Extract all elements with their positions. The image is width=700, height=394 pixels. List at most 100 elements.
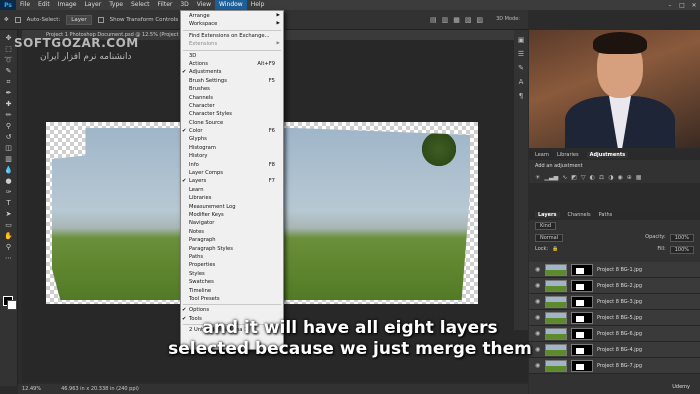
menu-file[interactable]: File: [16, 0, 34, 10]
tab-adjustments[interactable]: Adjustments: [586, 152, 629, 158]
window-menu-item[interactable]: Libraries: [181, 194, 283, 202]
bw-icon[interactable]: ◑: [608, 174, 613, 181]
tab-paths[interactable]: Paths: [599, 212, 613, 218]
window-menu-item[interactable]: Layer Comps: [181, 169, 283, 177]
window-menu-item[interactable]: Brush Settings F5: [181, 77, 283, 85]
window-menu-item[interactable]: Workspace ▶: [181, 20, 283, 28]
window-menu-item[interactable]: Paths: [181, 253, 283, 261]
menu-type[interactable]: Type: [105, 0, 127, 10]
mixer-icon[interactable]: ⊕: [627, 174, 632, 181]
tab-layers[interactable]: Layers: [535, 212, 560, 218]
layer-row[interactable]: ◉ Project 8 BG-7.jpg: [529, 358, 700, 374]
align-top-icon[interactable]: ▤: [430, 16, 437, 24]
window-menu-item[interactable]: Brushes: [181, 85, 283, 93]
window-menu-item[interactable]: Character Styles: [181, 110, 283, 118]
crop-tool-icon[interactable]: ⌗: [4, 78, 14, 86]
window-menu-item[interactable]: Learn: [181, 186, 283, 194]
marquee-tool-icon[interactable]: ⬚: [4, 45, 14, 53]
close-button[interactable]: ✕: [688, 0, 700, 10]
healing-tool-icon[interactable]: ✚: [4, 100, 14, 108]
layer-row[interactable]: ◉ Project 8 BG-3.jpg: [529, 294, 700, 310]
maximize-button[interactable]: □: [676, 0, 688, 10]
window-menu-item[interactable]: Notes: [181, 228, 283, 236]
window-menu-item[interactable]: ✔ Color F6: [181, 127, 283, 135]
levels-icon[interactable]: ▁▃▅: [544, 174, 558, 181]
layer-row[interactable]: ◉ Project 8 BG-1.jpg: [529, 262, 700, 278]
window-menu-item[interactable]: ✔ Layers F7: [181, 177, 283, 185]
more-tools-icon[interactable]: ⋯: [4, 254, 14, 262]
menu-image[interactable]: Image: [54, 0, 81, 10]
eye-icon[interactable]: ◉: [535, 298, 541, 305]
photo-filter-icon[interactable]: ◉: [617, 174, 622, 181]
layer-row[interactable]: ◉ Project 8 BG-5.jpg: [529, 310, 700, 326]
layer-mask[interactable]: [571, 359, 593, 372]
kind-filter-dropdown[interactable]: Kind: [535, 222, 557, 230]
blur-tool-icon[interactable]: 💧: [4, 166, 14, 174]
window-menu-item[interactable]: Paragraph Styles: [181, 245, 283, 253]
hand-tool-icon[interactable]: ✋: [4, 232, 14, 240]
window-menu-item[interactable]: Character: [181, 102, 283, 110]
tab-libraries[interactable]: Libraries: [557, 152, 579, 158]
layer-row[interactable]: ◉ Project 8 BG-2.jpg: [529, 278, 700, 294]
window-menu-item[interactable]: ✔ Adjustments: [181, 68, 283, 76]
tab-channels[interactable]: Channels: [568, 212, 591, 218]
window-menu-item[interactable]: Clone Source: [181, 119, 283, 127]
paragraph-panel-icon[interactable]: ¶: [519, 92, 523, 100]
zoom-tool-icon[interactable]: ⚲: [4, 243, 14, 251]
quick-select-tool-icon[interactable]: ✎: [4, 67, 14, 75]
layer-mask[interactable]: [571, 295, 593, 308]
auto-select-dropdown[interactable]: Layer: [66, 14, 92, 25]
tab-learn[interactable]: Learn: [535, 152, 549, 158]
menu-select[interactable]: Select: [127, 0, 154, 10]
menu-layer[interactable]: Layer: [80, 0, 105, 10]
brightness-icon[interactable]: ☀: [535, 174, 540, 181]
curves-icon[interactable]: ∿: [562, 174, 567, 181]
vibrance-icon[interactable]: ▽: [581, 174, 586, 181]
window-menu-item[interactable]: Modifier Keys: [181, 211, 283, 219]
eraser-tool-icon[interactable]: ◫: [4, 144, 14, 152]
background-color-swatch[interactable]: [7, 300, 17, 310]
menu-view[interactable]: View: [193, 0, 215, 10]
exposure-icon[interactable]: ◩: [571, 174, 577, 181]
align-right-icon[interactable]: ▨: [476, 16, 483, 24]
properties-panel-icon[interactable]: ☰: [518, 50, 524, 58]
lasso-tool-icon[interactable]: ➰: [4, 56, 14, 64]
window-menu-item[interactable]: History: [181, 152, 283, 160]
path-select-tool-icon[interactable]: ➤: [4, 210, 14, 218]
fill-field[interactable]: 100%: [669, 246, 694, 254]
align-middle-icon[interactable]: ▥: [442, 16, 449, 24]
minimize-button[interactable]: –: [664, 0, 676, 10]
window-menu-item[interactable]: Paragraph: [181, 236, 283, 244]
layer-mask[interactable]: [571, 311, 593, 324]
layer-mask[interactable]: [571, 279, 593, 292]
align-left-icon[interactable]: ▧: [465, 16, 472, 24]
window-menu-item[interactable]: ✔ Options: [181, 306, 283, 314]
blend-mode-dropdown[interactable]: Normal: [535, 234, 564, 242]
window-menu-item[interactable]: 3D: [181, 52, 283, 60]
auto-select-checkbox[interactable]: [14, 16, 21, 23]
layer-mask[interactable]: [571, 343, 593, 356]
window-menu-item[interactable]: Extensions ▶: [181, 40, 283, 48]
align-bottom-icon[interactable]: ▦: [453, 16, 460, 24]
layer-mask[interactable]: [571, 263, 593, 276]
brush-tool-icon[interactable]: ✏: [4, 111, 14, 119]
menu-window[interactable]: Window: [215, 0, 247, 10]
type-tool-icon[interactable]: T: [4, 199, 14, 207]
menu-edit[interactable]: Edit: [34, 0, 54, 10]
menu-3d[interactable]: 3D: [176, 0, 192, 10]
window-menu-item[interactable]: Timeline: [181, 287, 283, 295]
window-menu-item[interactable]: Swatches: [181, 278, 283, 286]
zoom-level[interactable]: 12.49%: [22, 386, 41, 392]
window-menu-item[interactable]: Navigator: [181, 219, 283, 227]
history-panel-icon[interactable]: ▣: [518, 36, 525, 44]
dodge-tool-icon[interactable]: ●: [4, 177, 14, 185]
eye-icon[interactable]: ◉: [535, 282, 541, 289]
history-brush-icon[interactable]: ↺: [4, 133, 14, 141]
balance-icon[interactable]: ⚖: [599, 174, 604, 181]
pen-tool-icon[interactable]: ✑: [4, 188, 14, 196]
window-menu-item[interactable]: Tool Presets: [181, 295, 283, 303]
character-panel-icon[interactable]: A: [519, 78, 524, 86]
opacity-field[interactable]: 100%: [669, 234, 694, 242]
window-menu-item[interactable]: Properties: [181, 261, 283, 269]
shape-tool-icon[interactable]: ▭: [4, 221, 14, 229]
